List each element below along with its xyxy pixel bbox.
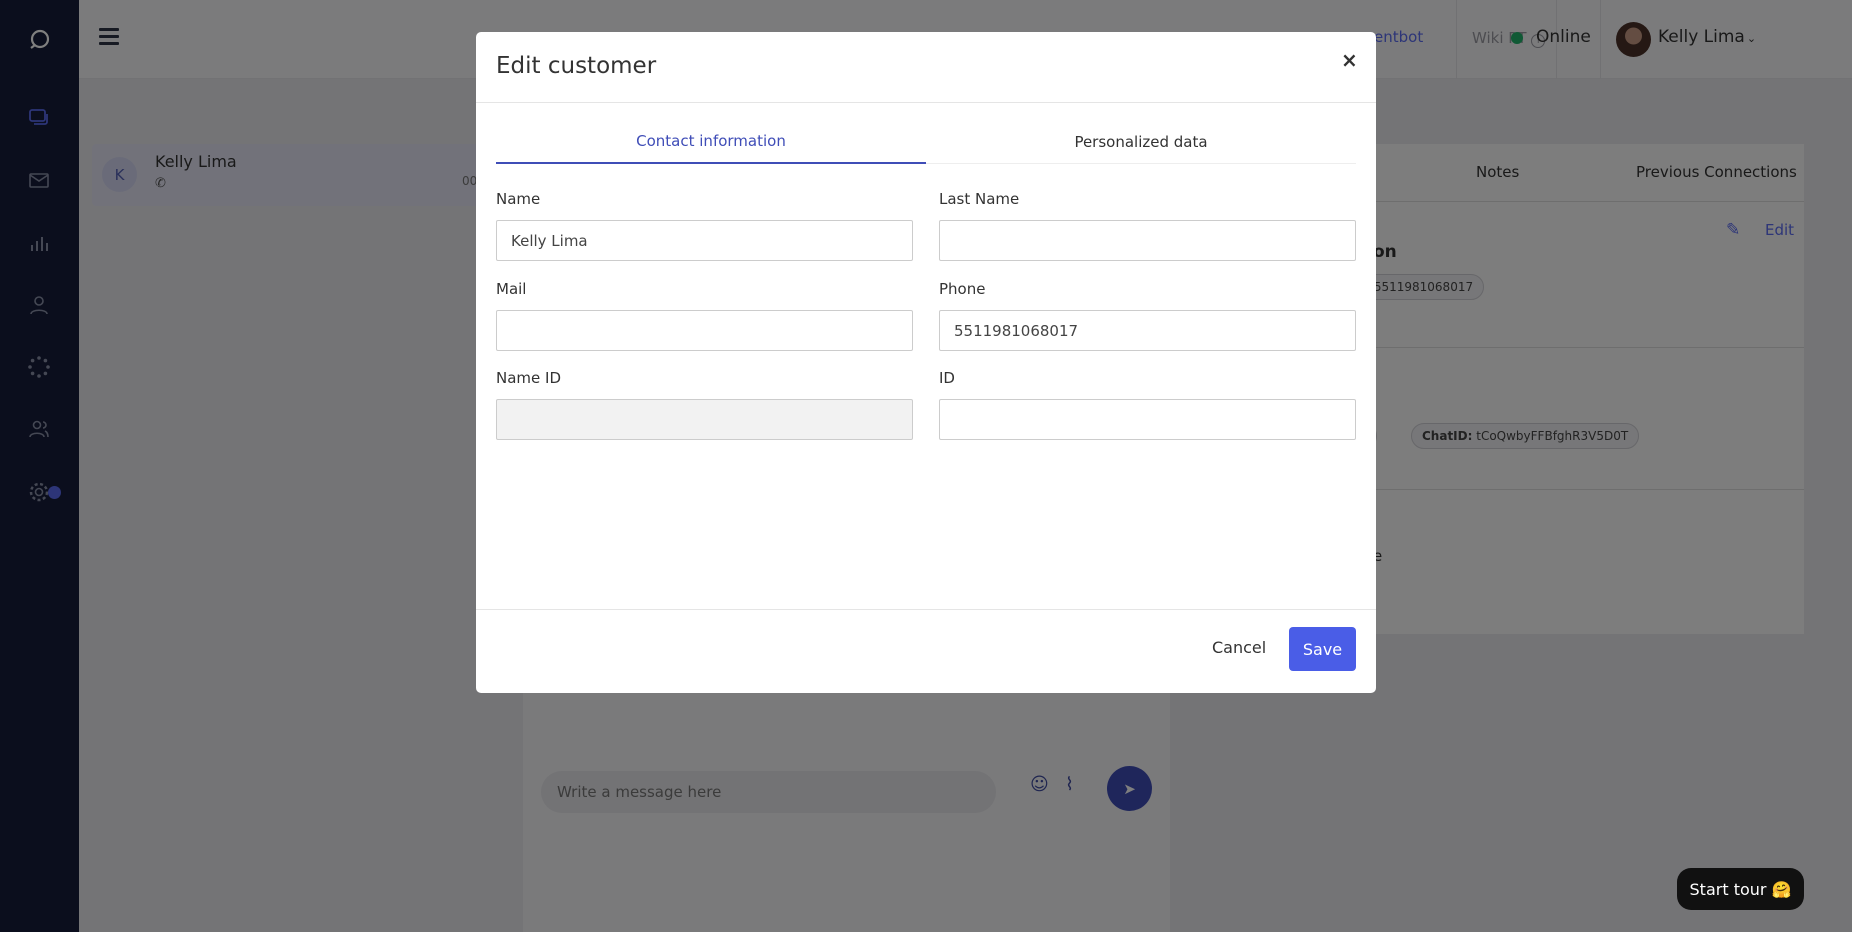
start-tour-button[interactable]: Start tour 🤗 [1677,868,1804,910]
name-label: Name [496,190,541,208]
phone-label: Phone [939,280,986,298]
phone-input[interactable] [939,310,1356,351]
modal-footer: Cancel Save [476,609,1376,693]
cancel-button[interactable]: Cancel [1212,638,1266,657]
modal-tabs: Contact information Personalized data [496,119,1356,164]
last-name-input[interactable] [939,220,1356,261]
tab-personalized-data[interactable]: Personalized data [926,119,1356,164]
modal-header: Edit customer × [476,32,1376,103]
name-input[interactable] [496,220,913,261]
tab-contact-information[interactable]: Contact information [496,119,926,164]
edit-customer-modal: Edit customer × Contact information Pers… [476,32,1376,693]
close-icon[interactable]: × [1341,48,1358,72]
save-button[interactable]: Save [1289,627,1356,671]
modal-title: Edit customer [496,53,657,79]
mail-input[interactable] [496,310,913,351]
last-name-label: Last Name [939,190,1020,208]
id-label: ID [939,369,955,387]
mail-label: Mail [496,280,527,298]
id-input[interactable] [939,399,1356,440]
name-id-input [496,399,913,440]
name-id-label: Name ID [496,369,561,387]
